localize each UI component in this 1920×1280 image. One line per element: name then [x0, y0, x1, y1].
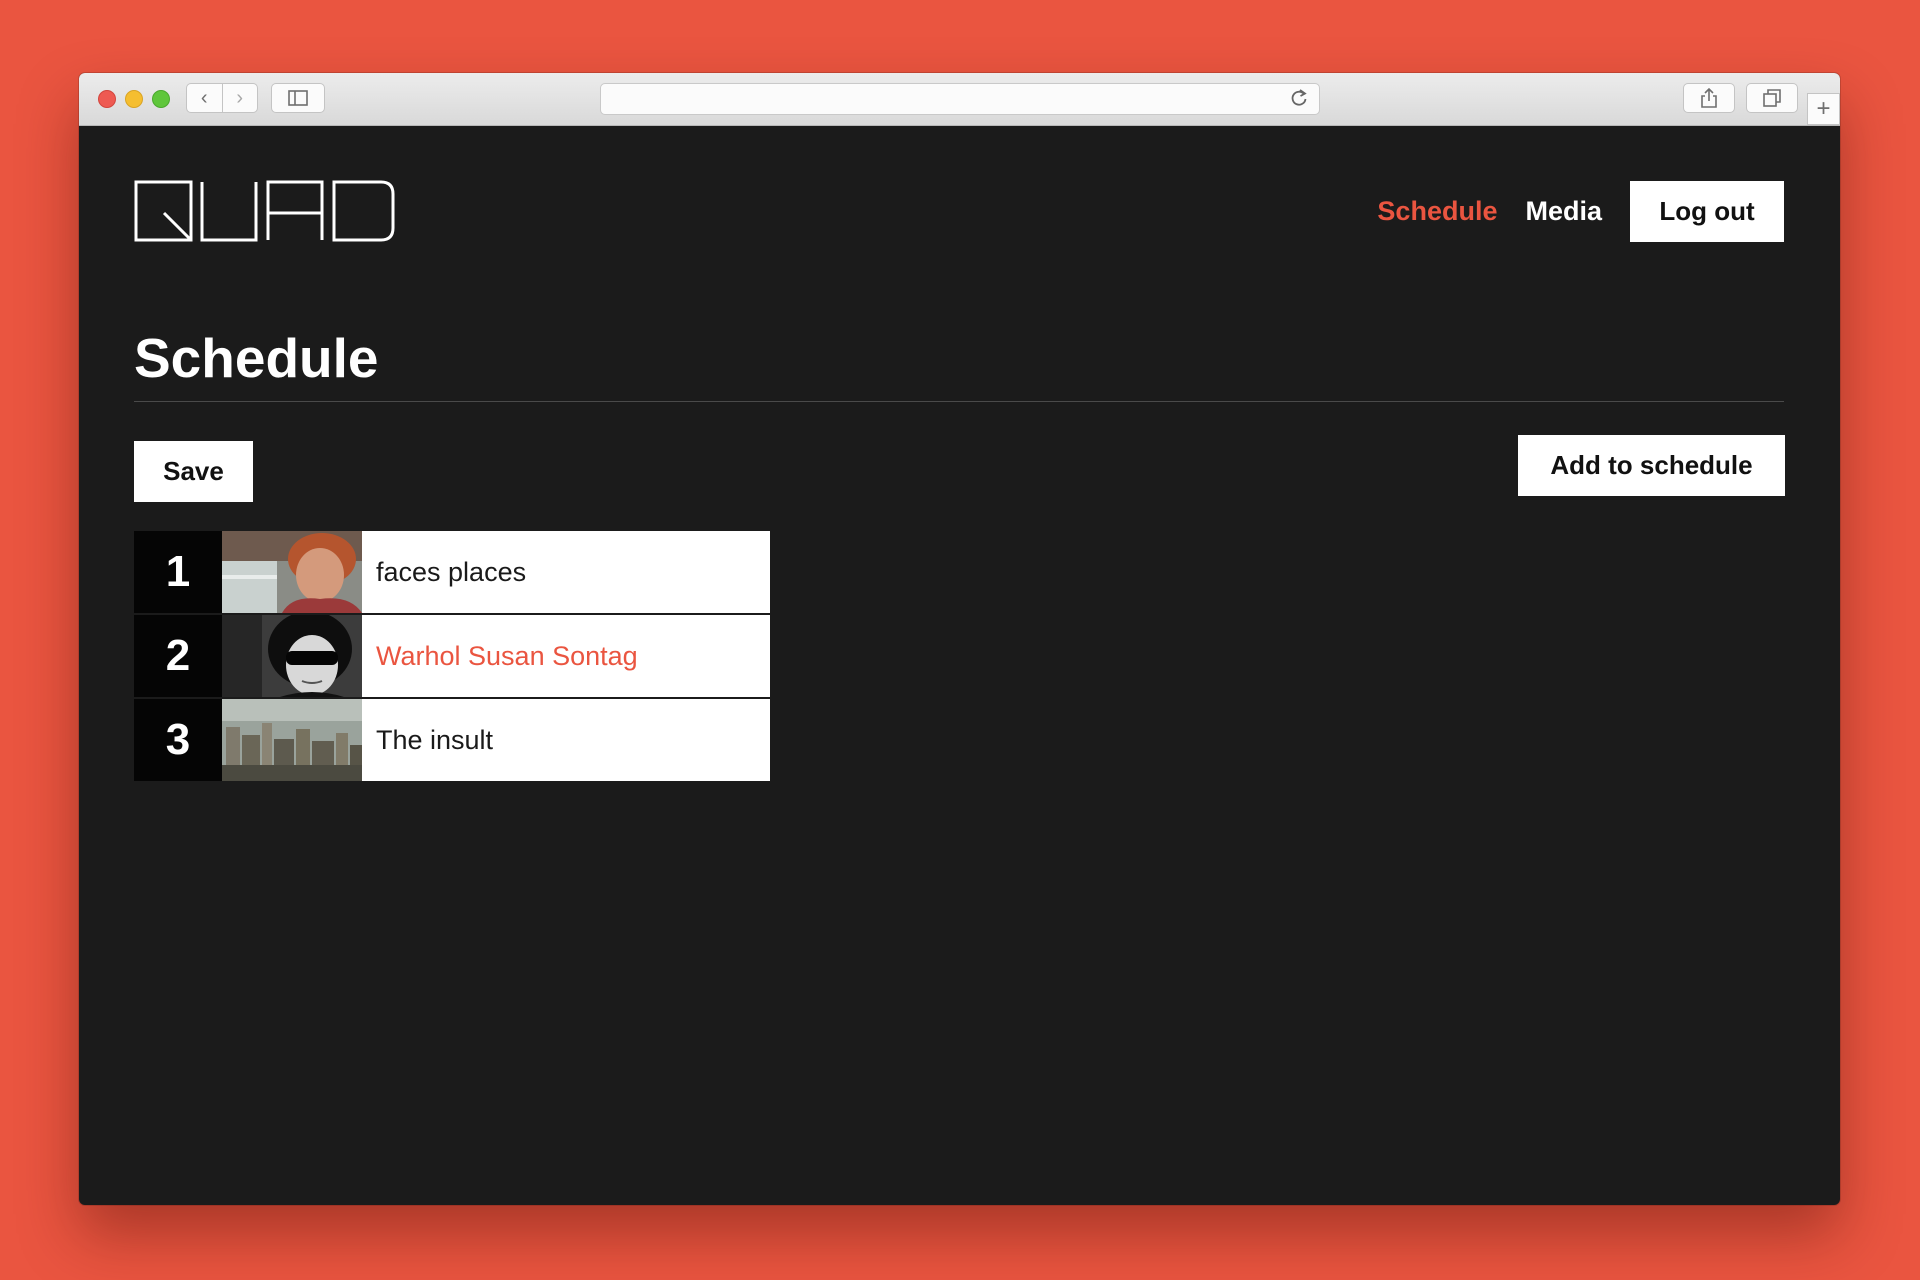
new-tab-button[interactable]: +: [1807, 93, 1840, 125]
add-to-schedule-button[interactable]: Add to schedule: [1518, 435, 1785, 496]
tabs-icon: [1763, 89, 1781, 107]
schedule-item-thumbnail: [222, 699, 362, 781]
main-nav: Schedule Media Log out: [1377, 181, 1784, 242]
page-title: Schedule: [134, 327, 379, 389]
nav-media-link[interactable]: Media: [1525, 196, 1602, 227]
page-content: Schedule Media Log out Schedule Save Add…: [79, 126, 1840, 1205]
schedule-item-number: 1: [134, 531, 222, 613]
forward-icon[interactable]: ›: [221, 84, 258, 112]
schedule-list: 1 faces places 2 Warhol Susan Sontag 3 T…: [134, 531, 770, 781]
show-tabs-button[interactable]: [1746, 83, 1798, 113]
schedule-item-title: The insult: [362, 699, 770, 781]
history-nav: ‹ ›: [186, 83, 258, 113]
title-divider: [134, 401, 1784, 402]
new-tab-icon: +: [1816, 95, 1831, 122]
schedule-item-title: Warhol Susan Sontag: [362, 615, 770, 697]
schedule-item-number: 3: [134, 699, 222, 781]
save-button[interactable]: Save: [134, 441, 253, 502]
browser-toolbar: ‹ › +: [79, 73, 1840, 126]
address-bar[interactable]: [600, 83, 1320, 115]
logout-button[interactable]: Log out: [1630, 181, 1784, 242]
share-icon: [1701, 88, 1717, 108]
zoom-window-button[interactable]: [152, 90, 170, 108]
quad-logo[interactable]: [134, 180, 395, 242]
sidebar-toggle-button[interactable]: [271, 83, 325, 113]
close-window-button[interactable]: [98, 90, 116, 108]
schedule-item[interactable]: 1 faces places: [134, 531, 770, 615]
share-button[interactable]: [1683, 83, 1735, 113]
reload-icon[interactable]: [1289, 87, 1309, 109]
schedule-item-title: faces places: [362, 531, 770, 613]
schedule-item[interactable]: 2 Warhol Susan Sontag: [134, 615, 770, 699]
sidebar-icon: [288, 90, 308, 106]
back-icon[interactable]: ‹: [187, 84, 222, 112]
schedule-item-number: 2: [134, 615, 222, 697]
schedule-item[interactable]: 3 The insult: [134, 699, 770, 781]
schedule-item-thumbnail: [222, 615, 362, 697]
schedule-item-thumbnail: [222, 531, 362, 613]
nav-schedule-link[interactable]: Schedule: [1377, 196, 1497, 227]
minimize-window-button[interactable]: [125, 90, 143, 108]
browser-window: ‹ › + Schedule Media Log out Schedule Sa…: [79, 73, 1840, 1205]
